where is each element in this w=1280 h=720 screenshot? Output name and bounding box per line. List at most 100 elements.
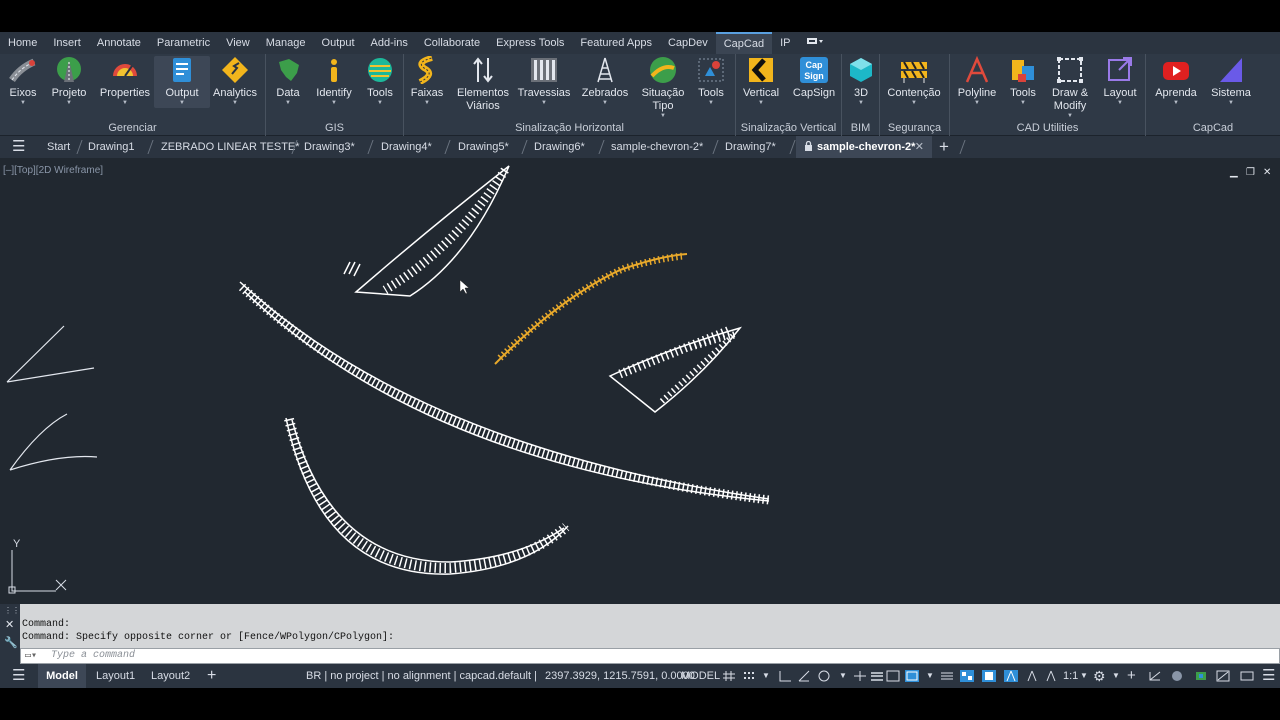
annotation-visibility-icon[interactable]: [940, 670, 954, 682]
tab-insert[interactable]: Insert: [45, 32, 89, 54]
hamburger-menu-icon[interactable]: ☰: [12, 664, 25, 688]
snap-icon[interactable]: [742, 670, 756, 682]
grip-icon[interactable]: ⋮⋮: [4, 606, 20, 615]
tab-parametric[interactable]: Parametric: [149, 32, 218, 54]
customization-menu-icon[interactable]: ☰: [1262, 664, 1275, 688]
svg-text:Cap: Cap: [805, 60, 823, 70]
layout2-tab[interactable]: Layout2: [151, 664, 190, 688]
drawing-viewport[interactable]: [–][Top][2D Wireframe] ▁ ❐ ✕ Y: [0, 158, 1280, 604]
tab-capcad[interactable]: CapCad: [715, 32, 773, 54]
transparency-icon[interactable]: [886, 670, 900, 682]
tab-featured-apps[interactable]: Featured Apps: [572, 32, 660, 54]
panel-options-icon[interactable]: [798, 32, 832, 54]
vertical-button[interactable]: Vertical ▼: [733, 56, 789, 106]
file-tab-drawing3[interactable]: Drawing3*: [304, 136, 355, 158]
tab-express-tools[interactable]: Express Tools: [488, 32, 572, 54]
properties-button[interactable]: Properties ▼: [97, 56, 153, 106]
annotation-scale-value[interactable]: 1:1: [1063, 664, 1078, 688]
tab-collaborate[interactable]: Collaborate: [416, 32, 488, 54]
elementos-viarios-button[interactable]: Elementos Viários: [454, 56, 512, 113]
layout1-tab[interactable]: Layout1: [96, 664, 135, 688]
file-tab-drawing7[interactable]: Drawing7*: [725, 136, 776, 158]
analytics-button[interactable]: Analytics ▼: [207, 56, 263, 106]
add-plus-icon[interactable]: +: [1127, 664, 1136, 688]
object-snap-tracking-icon[interactable]: [853, 670, 867, 682]
lineweight-icon[interactable]: [870, 670, 884, 682]
tab-annotate[interactable]: Annotate: [89, 32, 149, 54]
quick-properties-icon[interactable]: [982, 670, 996, 682]
sh-tools-button[interactable]: Tools ▼: [683, 56, 739, 106]
hatch-selected-orange[interactable]: [494, 252, 688, 365]
tab-ip[interactable]: IP: [772, 32, 798, 54]
coordinates-readout[interactable]: 2397.3929, 1215.7591, 0.0000: [545, 664, 695, 688]
contencao-button[interactable]: Contenção ▼: [886, 56, 942, 106]
globe-icon: [368, 58, 392, 82]
hatch-long-curve[interactable]: [238, 281, 770, 505]
aprenda-button[interactable]: Aprenda ▼: [1148, 56, 1204, 106]
polar-icon[interactable]: [797, 670, 811, 682]
new-tab-plus-icon[interactable]: +: [939, 136, 949, 158]
dynamic-input-icon[interactable]: [960, 670, 974, 682]
hatch-right-chevron[interactable]: [608, 325, 743, 413]
fullscreen-icon[interactable]: [1240, 670, 1254, 682]
isolate-objects-icon[interactable]: [1170, 670, 1184, 682]
tab-manage[interactable]: Manage: [258, 32, 314, 54]
close-tab-icon[interactable]: ✕: [915, 136, 924, 158]
units-icon[interactable]: [1148, 670, 1162, 682]
close-command-icon[interactable]: ✕: [5, 618, 14, 631]
tab-home[interactable]: Home: [0, 32, 45, 54]
add-layout-plus-icon[interactable]: +: [207, 664, 216, 688]
tab-addins[interactable]: Add-ins: [363, 32, 416, 54]
layout-button[interactable]: Layout ▼: [1092, 56, 1148, 106]
reference-lines-1[interactable]: [6, 325, 95, 383]
hamburger-menu-icon[interactable]: ☰: [12, 136, 25, 158]
workspace-dropdown-icon[interactable]: ▼: [1112, 664, 1120, 688]
chevron-down-icon: ▼: [179, 100, 185, 106]
isodraft-dropdown-icon[interactable]: ▼: [839, 664, 847, 688]
command-prompt-icon[interactable]: ▭▾: [25, 650, 37, 664]
model-tab[interactable]: Model: [38, 664, 86, 688]
panel-title-gerenciar: Gerenciar: [108, 122, 157, 134]
file-tab-drawing1[interactable]: Drawing1: [88, 136, 134, 158]
tab-view[interactable]: View: [218, 32, 258, 54]
file-tab-drawing4[interactable]: Drawing4*: [381, 136, 432, 158]
hardware-acceleration-icon[interactable]: [1194, 670, 1208, 682]
panel-title-sinalizacao-vertical: Sinalização Vertical: [740, 122, 837, 134]
tab-capdev[interactable]: CapDev: [660, 32, 716, 54]
file-tab-drawing5[interactable]: Drawing5*: [458, 136, 509, 158]
hatch-top-chevron[interactable]: [343, 165, 510, 297]
travessias-button[interactable]: Travessias ▼: [516, 56, 572, 106]
zebrados-button[interactable]: Zebrados ▼: [577, 56, 633, 106]
hatch-bottom-arc[interactable]: [284, 417, 570, 575]
road-arrows-icon: [473, 57, 493, 83]
faixas-button[interactable]: Faixas ▼: [399, 56, 455, 106]
isodraft-icon[interactable]: [817, 670, 831, 682]
clean-screen-icon[interactable]: [1216, 670, 1230, 682]
model-space-button[interactable]: MODEL: [681, 664, 720, 688]
reference-lines-2[interactable]: [9, 413, 98, 471]
command-input[interactable]: ▭▾ Type a command: [20, 648, 1280, 664]
file-tab-start[interactable]: Start: [47, 136, 70, 158]
annotation-scale-icon[interactable]: [1004, 670, 1018, 682]
annotation-autoscale-icon[interactable]: [1025, 670, 1039, 682]
selection-dropdown-icon[interactable]: ▼: [926, 664, 934, 688]
scale-dropdown-icon[interactable]: ▼: [1080, 664, 1088, 688]
selection-cycling-icon[interactable]: [905, 670, 919, 682]
snap-dropdown-icon[interactable]: ▼: [762, 664, 770, 688]
workspace-gear-icon[interactable]: ⚙: [1093, 664, 1106, 688]
tab-output[interactable]: Output: [314, 32, 363, 54]
wrench-icon[interactable]: 🔧: [4, 636, 18, 649]
file-tab-drawing6[interactable]: Drawing6*: [534, 136, 585, 158]
file-tab-active[interactable]: sample-chevron-2* ✕: [796, 136, 932, 158]
output-button[interactable]: Output ▼: [154, 56, 210, 108]
draw-modify-button[interactable]: Draw & Modify ▼: [1042, 56, 1098, 119]
annotation-monitor-icon[interactable]: [1044, 670, 1058, 682]
drawing-canvas[interactable]: Y: [0, 158, 1280, 604]
sistema-button[interactable]: Sistema ▼: [1203, 56, 1259, 106]
file-tab-zebrado[interactable]: ZEBRADO LINEAR TESTE*: [161, 136, 300, 158]
projeto-button[interactable]: Projeto ▼: [41, 56, 97, 106]
command-window: ⋮⋮ ✕ 🔧 Command: Command: Specify opposit…: [0, 604, 1280, 664]
file-tab-sample-chevron[interactable]: sample-chevron-2*: [611, 136, 703, 158]
ortho-icon[interactable]: [778, 670, 792, 682]
grid-icon[interactable]: [722, 670, 736, 682]
